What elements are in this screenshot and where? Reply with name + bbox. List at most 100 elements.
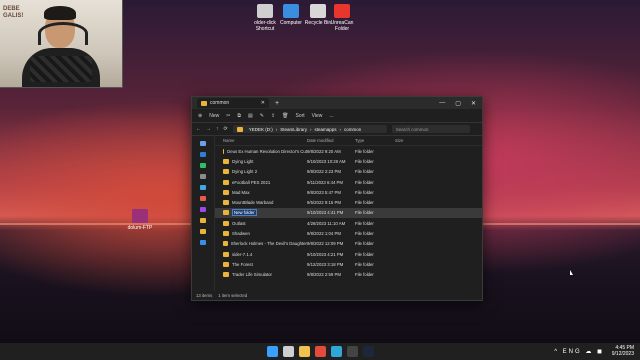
- file-row[interactable]: Outlast 4/28/2023 11:10 AM File folder: [215, 218, 482, 228]
- file-row[interactable]: eFootball PES 2021 9/11/2023 6:44 PM File …: [215, 177, 482, 187]
- documents-icon[interactable]: [200, 174, 206, 179]
- steam-icon[interactable]: [362, 346, 374, 357]
- new-icon[interactable]: ⊕: [198, 113, 202, 119]
- file-row[interactable]: Mad Max 9/8/2023 5:47 PM File folder: [215, 187, 482, 197]
- file-name: eFootball PES 2021: [232, 179, 271, 185]
- tab-common[interactable]: common ✕: [197, 98, 269, 108]
- back-icon[interactable]: ←: [196, 126, 201, 132]
- breadcrumb-drive[interactable]: YEDEK (D:): [249, 127, 273, 132]
- file-rows: Deus Ex Human Revolution Director's Cut 9…: [215, 146, 482, 280]
- file-type: File folder: [355, 200, 374, 206]
- this-pc-icon[interactable]: [200, 218, 206, 223]
- file-name-cell: New folder: [215, 209, 307, 217]
- file-type: File folder: [355, 169, 374, 175]
- paste-icon[interactable]: ▤: [248, 113, 253, 119]
- folder-icon: [223, 200, 229, 206]
- up-icon[interactable]: ↑: [216, 126, 219, 132]
- file-type: File folder: [355, 179, 374, 185]
- delete-icon[interactable]: 🗑: [282, 113, 288, 119]
- system-tray-icons[interactable]: ^ ENG ☁ ◼: [554, 348, 604, 355]
- file-row[interactable]: The Forest 9/12/2023 3:18 PM File folder: [215, 259, 482, 269]
- home-icon[interactable]: [200, 141, 206, 146]
- start-icon[interactable]: [266, 346, 278, 357]
- file-row[interactable]: Shadwen 9/8/2022 1:04 PM File folder: [215, 228, 482, 238]
- folder-icon: [334, 4, 350, 18]
- column-date[interactable]: Date modified: [307, 138, 355, 143]
- selection-count: 1 item selected: [218, 293, 248, 298]
- tab-title: common: [210, 100, 230, 106]
- pictures-icon[interactable]: [200, 185, 206, 190]
- file-row[interactable]: Sherlock Holmes - The Devil's Daughter 9/…: [215, 239, 482, 249]
- more-button[interactable]: ...: [329, 113, 333, 119]
- chrome-icon[interactable]: [314, 346, 326, 357]
- maximize-button[interactable]: ▢: [455, 100, 461, 107]
- file-explorer-icon[interactable]: [298, 346, 310, 357]
- folder-icon: [223, 261, 229, 267]
- refresh-icon[interactable]: ⟳: [224, 126, 228, 132]
- edge-icon[interactable]: [330, 346, 342, 357]
- file-explorer-window[interactable]: common ✕ + — ▢ ✕ ⊕ New ✂ ⧉ ▤ ✎ ⇪ 🗑 Sort …: [191, 96, 483, 301]
- file-row[interactable]: sider-7.1.4 9/10/2023 4:21 PM File folder: [215, 249, 482, 259]
- webcam-person-hair: [44, 6, 76, 20]
- file-name: Mad Max: [232, 189, 250, 195]
- copy-icon[interactable]: ⧉: [237, 113, 241, 119]
- file-date: 9/10/2023 10:28 AM: [307, 158, 346, 164]
- folder-icon: [223, 210, 229, 216]
- folder-icon: [223, 241, 228, 247]
- downloads-icon[interactable]: [200, 163, 206, 168]
- file-row[interactable]: Dying Light 9/10/2023 10:28 AM File folder: [215, 156, 482, 166]
- search-input[interactable]: Search common: [391, 125, 470, 133]
- cut-icon[interactable]: ✂: [226, 113, 230, 119]
- column-type[interactable]: Type: [355, 138, 395, 143]
- file-row[interactable]: New folder 9/10/2023 4:41 PM File folder: [215, 207, 482, 219]
- share-icon[interactable]: ⇪: [271, 113, 275, 119]
- drive-icon[interactable]: [200, 229, 206, 234]
- file-name-cell: Sherlock Holmes - The Devil's Daughter: [215, 241, 307, 247]
- obs-icon[interactable]: [346, 346, 358, 357]
- music-icon[interactable]: [200, 196, 206, 201]
- file-type: File folder: [355, 189, 374, 195]
- desktop-icon-folder[interactable]: UnreaCan Folder: [320, 4, 364, 32]
- clock[interactable]: 4:45 PM 9/12/2023: [612, 345, 634, 357]
- close-tab-icon[interactable]: ✕: [261, 100, 265, 106]
- breadcrumb-common[interactable]: common: [344, 127, 361, 132]
- new-button[interactable]: New: [209, 113, 219, 119]
- title-bar[interactable]: common ✕ + — ▢ ✕: [192, 97, 482, 109]
- file-row[interactable]: Deus Ex Human Revolution Director's Cut 9…: [215, 146, 482, 156]
- column-size[interactable]: Size: [395, 138, 415, 143]
- file-name-cell: sider-7.1.4: [215, 251, 307, 257]
- folder-icon: [223, 220, 229, 226]
- file-row[interactable]: Dying Light 2 9/8/2022 2:23 PM File folder: [215, 167, 482, 177]
- file-date: 9/8/2022 12:09 PM: [307, 241, 344, 247]
- file-row[interactable]: MountBlade Warband 9/5/2022 9:15 PM File f…: [215, 197, 482, 207]
- close-button[interactable]: ✕: [471, 100, 476, 107]
- mouse-cursor: [570, 270, 573, 275]
- network-icon[interactable]: [200, 240, 206, 245]
- file-name[interactable]: New folder: [232, 209, 257, 217]
- rename-icon[interactable]: ✎: [260, 113, 264, 119]
- breadcrumb-steamlibrary[interactable]: SteamLibrary: [280, 127, 307, 132]
- file-date: 9/8/2022 2:23 PM: [307, 169, 341, 175]
- breadcrumb-steamapps[interactable]: steamapps: [314, 127, 336, 132]
- view-button[interactable]: View: [312, 113, 323, 119]
- file-name-cell: Trader Life Simulator: [215, 272, 307, 278]
- file-date: 4/28/2023 11:10 AM: [307, 220, 346, 226]
- sort-button[interactable]: Sort: [296, 113, 305, 119]
- file-list[interactable]: Name Date modified Type Size Deus Ex Hum…: [215, 135, 482, 291]
- forward-icon[interactable]: →: [206, 126, 211, 132]
- minimize-button[interactable]: —: [439, 100, 445, 107]
- file-date: 9/8/2022 2:59 PM: [307, 272, 341, 278]
- navigation-pane[interactable]: [192, 135, 215, 291]
- explorer-content: Name Date modified Type Size Deus Ex Hum…: [192, 135, 482, 291]
- videos-icon[interactable]: [200, 207, 206, 212]
- desktop-icon-winrar[interactable]: dolum-FTP: [118, 209, 162, 231]
- new-tab-button[interactable]: +: [275, 100, 279, 107]
- file-row[interactable]: Trader Life Simulator 9/8/2022 2:59 PM Fil…: [215, 270, 482, 280]
- winrar-icon: [132, 209, 148, 223]
- column-name[interactable]: Name: [215, 138, 307, 143]
- search-icon[interactable]: [282, 346, 294, 357]
- folder-icon: [223, 251, 229, 257]
- file-type: File folder: [355, 231, 374, 237]
- address-bar[interactable]: YEDEK (D:) › SteamLibrary › steamapps › com…: [232, 125, 387, 133]
- desktop-icon[interactable]: [200, 152, 206, 157]
